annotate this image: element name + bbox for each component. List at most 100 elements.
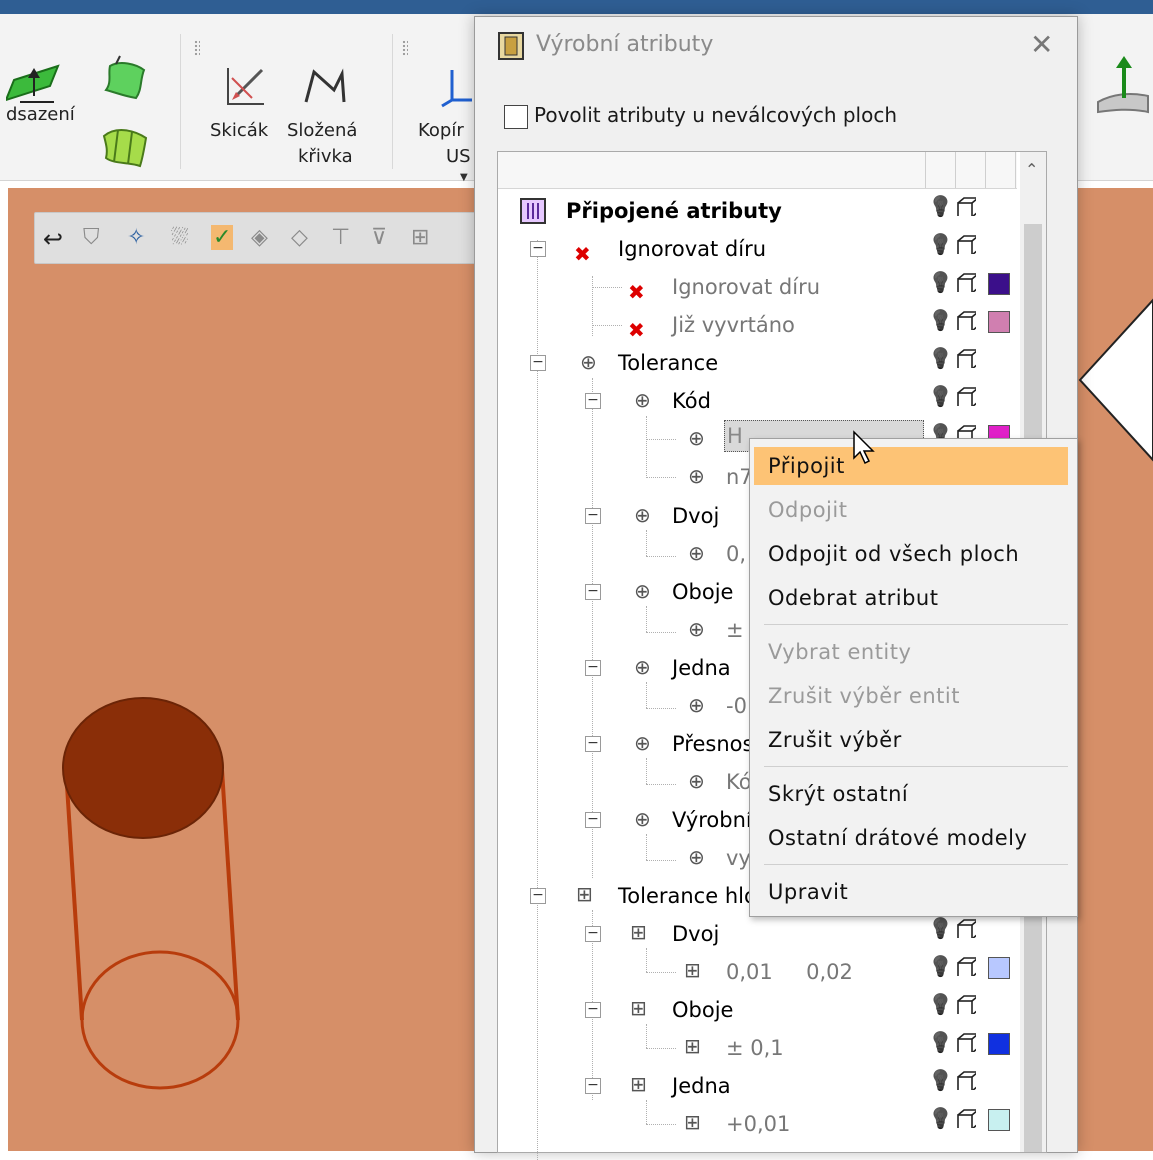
tree-node-double-value[interactable]: 0, — [726, 537, 746, 571]
collapse-toggle[interactable]: − — [585, 736, 601, 752]
wireframe-cube-icon[interactable] — [956, 272, 976, 292]
filter-edge-icon[interactable]: ◇ — [291, 225, 308, 250]
wireframe-cube-icon[interactable] — [956, 386, 976, 406]
tree-line — [646, 530, 647, 556]
tree-node-single[interactable]: Jedna — [672, 651, 731, 685]
attribute-color-swatch[interactable] — [988, 1109, 1010, 1131]
tree-node-attached-attributes[interactable]: Připojené atributy — [566, 194, 782, 228]
filter-group-icon[interactable]: ⛆ — [171, 225, 189, 250]
header-column-divider[interactable] — [955, 152, 956, 188]
wireframe-cube-icon[interactable] — [956, 918, 976, 938]
scroll-up-icon[interactable]: ⌃ — [1025, 160, 1038, 179]
visibility-bulb-icon[interactable]: 💡 — [928, 194, 953, 218]
menu-item-detach-all-faces[interactable]: Odpojit od všech ploch — [768, 535, 1068, 573]
visibility-bulb-icon[interactable]: 💡 — [928, 1068, 953, 1092]
filter-icon[interactable]: ⛉ — [83, 225, 100, 250]
attribute-color-swatch[interactable] — [988, 273, 1010, 295]
tree-node-precision-value[interactable]: Kó — [726, 765, 752, 799]
header-column-divider[interactable] — [985, 152, 986, 188]
tree-node-ignore-hole[interactable]: Ignorovat díru — [672, 270, 820, 304]
close-icon[interactable]: ✕ — [1030, 28, 1053, 61]
visibility-bulb-icon[interactable]: 💡 — [928, 270, 953, 294]
menu-item-hide-others[interactable]: Skrýt ostatní — [768, 775, 1068, 813]
wireframe-cube-icon[interactable] — [956, 1070, 976, 1090]
wireframe-cube-icon[interactable] — [956, 234, 976, 254]
visibility-bulb-icon[interactable]: 💡 — [928, 308, 953, 332]
wireframe-cube-icon[interactable] — [956, 1032, 976, 1052]
menu-item-select-entities[interactable]: Vybrat entity — [768, 633, 1068, 671]
tree-node-depth-double-value[interactable]: 0,01 0,02 — [726, 955, 853, 989]
filter-face-icon[interactable]: ◈ — [251, 225, 268, 250]
filter-vertex-icon[interactable]: ⊤ — [331, 225, 350, 250]
wireframe-cube-icon[interactable] — [956, 956, 976, 976]
collapse-toggle[interactable]: − — [585, 1078, 601, 1094]
active-filter-icon[interactable]: ✓ — [211, 225, 234, 250]
header-column-divider[interactable] — [1015, 152, 1016, 188]
visibility-bulb-icon[interactable]: 💡 — [928, 1030, 953, 1054]
tree-node-single-value[interactable]: -0 — [726, 689, 747, 723]
tree-node-depth-single[interactable]: Jedna — [672, 1069, 731, 1103]
allow-noncylindrical-label[interactable]: Povolit atributy u neválcových ploch — [534, 103, 897, 127]
visibility-bulb-icon[interactable]: 💡 — [928, 916, 953, 940]
tree-line — [646, 1124, 676, 1125]
tree-node-depth-single-value[interactable]: +0,01 — [726, 1107, 790, 1141]
menu-item-attach[interactable]: Připojit — [754, 447, 1068, 485]
menu-item-other-wireframes[interactable]: Ostatní drátové modely — [768, 819, 1068, 857]
collapse-toggle[interactable]: − — [585, 812, 601, 828]
cylinder-bottom-edge[interactable] — [80, 950, 240, 1090]
tree-node-depth-tolerance[interactable]: Tolerance hlo — [618, 879, 757, 913]
collapse-toggle[interactable]: − — [585, 660, 601, 676]
context-menu: Připojit Odpojit Odpojit od všech ploch … — [749, 438, 1078, 917]
collapse-toggle[interactable]: − — [585, 1002, 601, 1018]
collapse-toggle[interactable]: − — [530, 355, 546, 371]
menu-item-clear-selection[interactable]: Zrušit výběr — [768, 721, 1068, 759]
tree-node-both[interactable]: Oboje — [672, 575, 733, 609]
menu-item-detach[interactable]: Odpojit — [768, 491, 1068, 529]
select-icon[interactable]: ✧ — [127, 225, 145, 250]
visibility-bulb-icon[interactable]: 💡 — [928, 384, 953, 408]
tree-node-already-drilled[interactable]: Již vyvrtáno — [672, 308, 795, 342]
tree-node-ignore-hole-group[interactable]: Ignorovat díru — [618, 232, 766, 266]
tree-node-depth-both-value[interactable]: ± 0,1 — [726, 1031, 784, 1065]
model-edge-shape[interactable] — [1078, 298, 1153, 462]
filter-more-icon[interactable]: ⊞ — [411, 225, 429, 250]
collapse-toggle[interactable]: − — [585, 393, 601, 409]
tree-node-both-value[interactable]: ± — [726, 613, 744, 647]
tree-node-double[interactable]: Dvoj — [672, 499, 719, 533]
visibility-bulb-icon[interactable]: 💡 — [928, 1106, 953, 1130]
allow-noncylindrical-checkbox[interactable] — [504, 105, 528, 129]
attribute-color-swatch[interactable] — [988, 311, 1010, 333]
tree-node-precision[interactable]: Přesnos — [672, 727, 753, 761]
filter-body-icon[interactable]: ⊽ — [371, 225, 387, 250]
collapse-toggle[interactable]: − — [530, 888, 546, 904]
header-column-divider[interactable] — [925, 152, 926, 188]
attribute-color-swatch[interactable] — [988, 957, 1010, 979]
collapse-toggle[interactable]: − — [585, 508, 601, 524]
menu-item-deselect-entities[interactable]: Zrušit výběr entit — [768, 677, 1068, 715]
tree-node-manufacturing-value[interactable]: vy — [726, 841, 751, 875]
visibility-bulb-icon[interactable]: 💡 — [928, 346, 953, 370]
tree-node-code[interactable]: Kód — [672, 384, 711, 418]
collapse-toggle[interactable]: − — [585, 926, 601, 942]
tree-node-tolerance[interactable]: Tolerance — [618, 346, 718, 380]
collapse-toggle[interactable]: − — [585, 584, 601, 600]
collapse-toggle[interactable]: − — [530, 241, 546, 257]
visibility-bulb-icon[interactable]: 💡 — [928, 992, 953, 1016]
wireframe-cube-icon[interactable] — [956, 348, 976, 368]
wireframe-cube-icon[interactable] — [956, 994, 976, 1014]
visibility-bulb-icon[interactable]: 💡 — [928, 954, 953, 978]
attribute-color-swatch[interactable] — [988, 1033, 1010, 1055]
tree-node-depth-both[interactable]: Oboje — [672, 993, 733, 1027]
wireframe-cube-icon[interactable] — [956, 196, 976, 216]
menu-item-remove-attribute[interactable]: Odebrat atribut — [768, 579, 1068, 617]
tree-node-manufacturing[interactable]: Výrobní — [672, 803, 752, 837]
tree-node-depth-double[interactable]: Dvoj — [672, 917, 719, 951]
cylinder-top-face[interactable] — [62, 697, 224, 839]
wireframe-cube-icon[interactable] — [956, 1108, 976, 1128]
wireframe-cube-icon[interactable] — [956, 310, 976, 330]
undo-icon[interactable]: ↩ — [43, 225, 63, 253]
visibility-bulb-icon[interactable]: 💡 — [928, 232, 953, 256]
tolerance-icon: ⊕ — [688, 464, 705, 488]
menu-item-edit[interactable]: Upravit — [768, 873, 1068, 911]
tree-line — [646, 784, 676, 785]
